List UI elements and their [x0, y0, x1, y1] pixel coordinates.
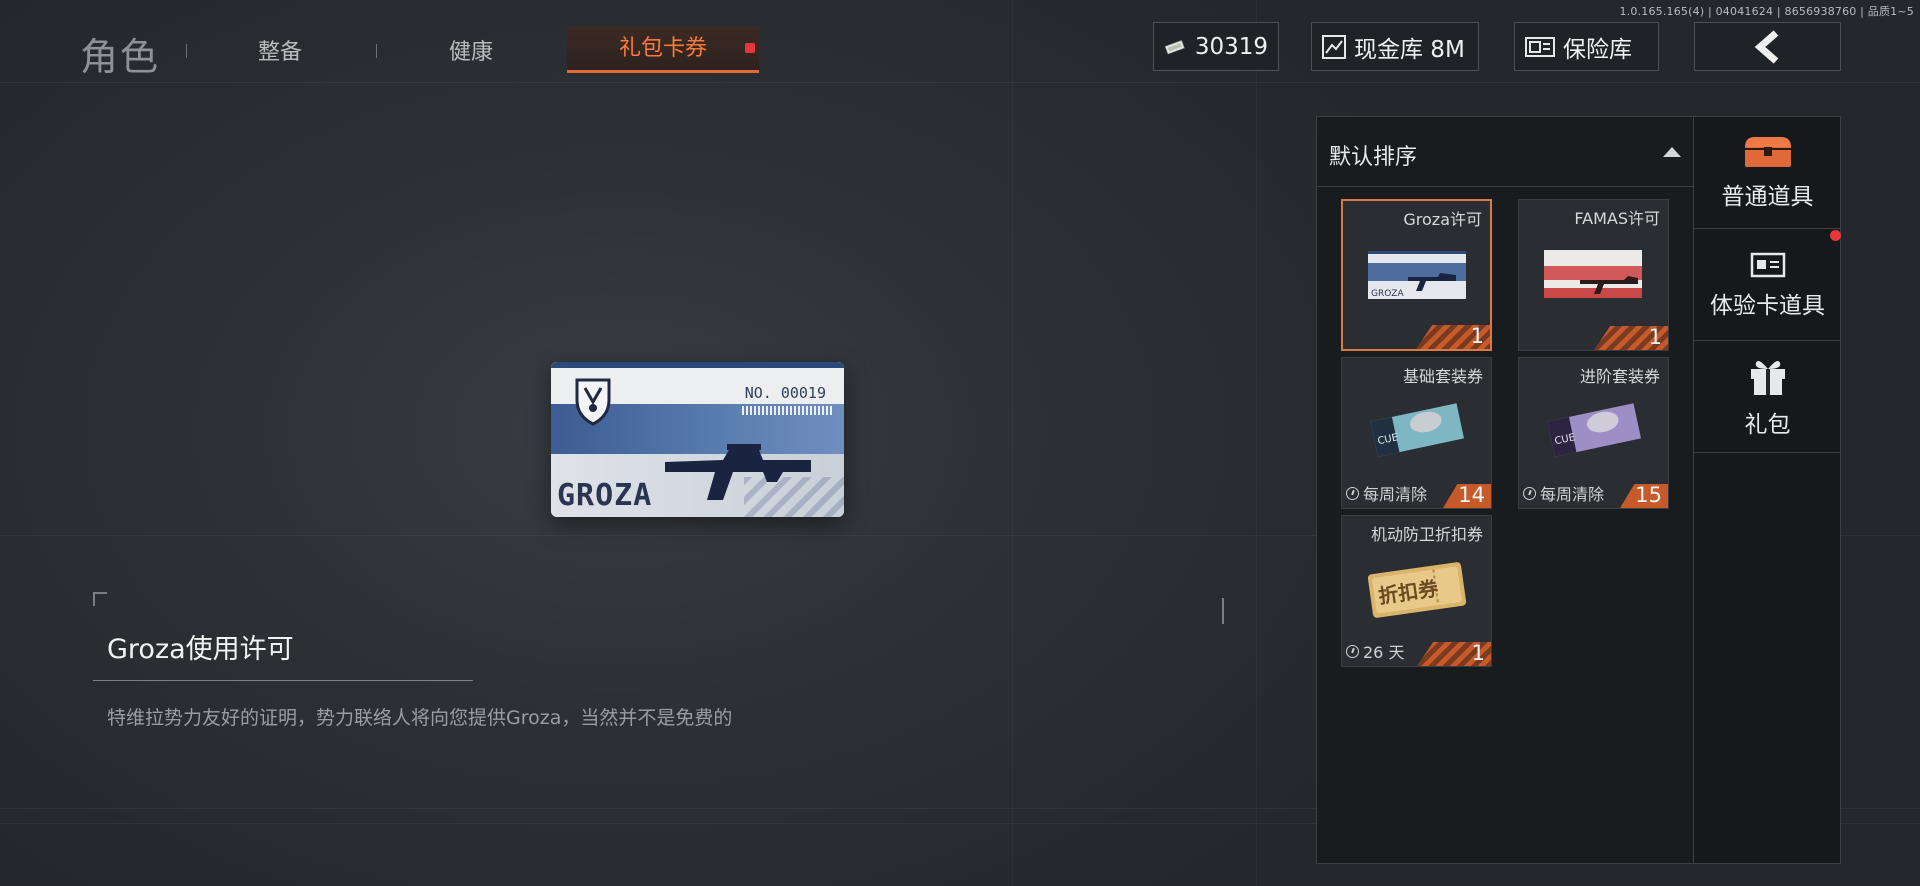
item-preview-ticket: NO. 00019 GROZA [551, 362, 844, 517]
tab-divider [376, 44, 377, 58]
card-count: 1 [1470, 324, 1484, 348]
weekly-clear-timer: 每周清除 [1346, 481, 1427, 505]
ticket-weapon-name: GROZA [557, 478, 653, 513]
caret-up-icon [1663, 147, 1681, 157]
card-count: 1 [1648, 325, 1662, 349]
weekly-clear-timer: 每周清除 [1523, 481, 1604, 505]
cash-icon [1164, 39, 1185, 54]
safe-vault-button[interactable]: 保险库 [1514, 22, 1659, 71]
ticket-number: NO. 00019 [744, 384, 826, 402]
scan-line [0, 82, 1920, 83]
frame-corner [1210, 598, 1224, 624]
category-sidebar: 普通道具 体验卡道具 礼包 [1694, 116, 1841, 864]
gift-icon [1750, 360, 1785, 395]
item-title: Groza使用许可 [107, 634, 294, 665]
ticket-barcode [742, 406, 834, 415]
card-name: Groza许可 [1403, 210, 1482, 229]
category-label: 体验卡道具 [1710, 292, 1825, 319]
frame-corner [93, 592, 107, 606]
sort-label: 默认排序 [1329, 145, 1418, 170]
grid-line [1012, 0, 1013, 886]
card-count: 1 [1471, 641, 1485, 665]
title-divider [93, 680, 473, 681]
tab-equip[interactable]: 整备 [258, 34, 302, 66]
card-count: 14 [1458, 483, 1485, 507]
svg-text:GROZA: GROZA [1371, 289, 1404, 299]
category-trial-cards[interactable]: 体验卡道具 [1694, 229, 1841, 341]
currency-value: 30319 [1194, 33, 1268, 60]
inventory-card-famas[interactable]: FAMAS许可 1 [1518, 199, 1669, 351]
cash-vault-label: 现金库 8M [1354, 36, 1465, 63]
inventory-card-basic-set[interactable]: 基础套装券 CUE 每周清除 14 [1341, 357, 1492, 509]
timer-label: 每周清除 [1540, 485, 1605, 504]
notification-dot [1830, 230, 1841, 241]
safe-vault-label: 保险库 [1563, 36, 1632, 63]
currency-display: 30319 [1153, 22, 1279, 71]
chest-icon [1744, 136, 1791, 167]
top-tab-bar: 角色 整备 健康 礼包卡券 [0, 18, 780, 79]
discount-coupon-icon: 折扣券 [1367, 562, 1467, 618]
card-name: 进阶套装券 [1579, 367, 1660, 386]
sort-dropdown[interactable]: 默认排序 [1317, 117, 1693, 187]
tab-role[interactable]: 角色 [80, 26, 160, 81]
category-label: 礼包 [1744, 411, 1791, 438]
tab-gift-coupons[interactable]: 礼包卡券 [567, 27, 759, 73]
card-name: 机动防卫折扣券 [1370, 525, 1483, 544]
timer-label: 每周清除 [1363, 485, 1428, 504]
grid-line [1256, 0, 1257, 886]
card-count: 15 [1635, 483, 1662, 507]
advanced-set-ticket-icon: CUE [1547, 403, 1641, 457]
category-normal-items[interactable]: 普通道具 [1694, 117, 1841, 229]
timer-label: 26 天 [1363, 643, 1405, 662]
item-description: 特维拉势力友好的证明，势力联络人将向您提供Groza，当然并不是免费的 [107, 707, 733, 729]
card-name: FAMAS许可 [1574, 209, 1660, 228]
safe-icon [1525, 36, 1555, 57]
inventory-panel: 默认排序 Groza许可 GROZA 1 FAMAS许可 1 基础套装券 CUE… [1316, 116, 1694, 864]
tab-divider [186, 44, 187, 58]
expiry-timer: 26 天 [1346, 639, 1404, 663]
faction-emblem-icon [575, 378, 611, 426]
cash-vault-button[interactable]: 现金库 8M [1311, 22, 1479, 71]
vault-image-icon [1322, 34, 1346, 59]
clock-icon [1346, 644, 1359, 658]
card-name: 基础套装券 [1402, 367, 1483, 386]
inventory-card-groza[interactable]: Groza许可 GROZA 1 [1341, 199, 1492, 351]
id-card-icon [1750, 252, 1785, 277]
clock-icon [1523, 486, 1536, 500]
rifle-icon [665, 444, 811, 500]
inventory-card-discount-coupon[interactable]: 机动防卫折扣券 折扣券 26 天 1 [1341, 515, 1492, 667]
tab-health[interactable]: 健康 [449, 34, 493, 66]
chevron-left-icon [1754, 29, 1778, 64]
groza-ticket-icon: GROZA [1368, 251, 1466, 299]
back-button[interactable] [1694, 22, 1841, 71]
category-gift-packs[interactable]: 礼包 [1694, 341, 1841, 453]
basic-set-ticket-icon: CUE [1370, 403, 1464, 457]
version-info: 1.0.165.165(4) | 04041624 | 8656938760 |… [1619, 5, 1914, 18]
notification-dot [745, 43, 755, 53]
category-label: 普通道具 [1721, 183, 1814, 210]
inventory-card-advanced-set[interactable]: 进阶套装券 CUE 每周清除 15 [1518, 357, 1669, 509]
famas-ticket-icon [1544, 250, 1642, 298]
clock-icon [1346, 486, 1359, 500]
